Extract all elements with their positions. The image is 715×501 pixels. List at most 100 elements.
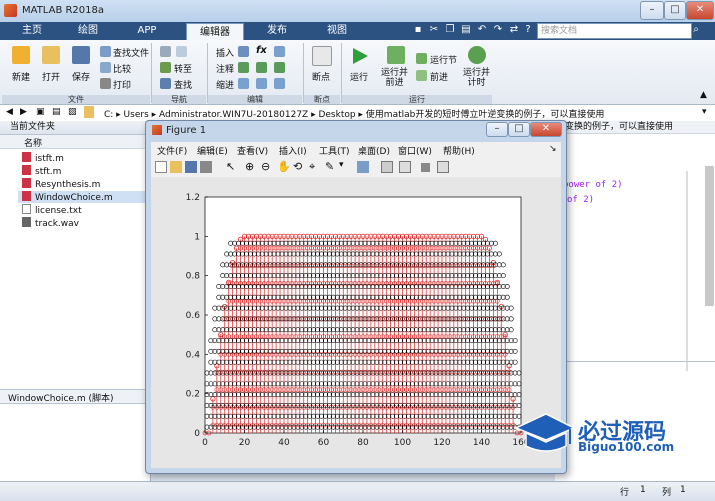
new-figure-icon[interactable] <box>155 161 167 173</box>
save-button[interactable]: 保存 <box>72 70 90 83</box>
smart-indent-icon[interactable] <box>238 78 249 89</box>
run-advance-icon[interactable] <box>387 46 405 64</box>
uncomment-icon[interactable] <box>256 62 267 73</box>
compare-button[interactable]: 比较 <box>113 62 131 75</box>
new-file-icon[interactable] <box>12 46 30 64</box>
menu-tools[interactable]: 工具(T) <box>319 144 350 157</box>
insert-section-icon[interactable] <box>274 46 285 57</box>
find-icon <box>160 78 171 89</box>
decrease-indent-icon[interactable] <box>274 78 285 89</box>
increase-indent-icon[interactable] <box>256 78 267 89</box>
menubar-dock-icon[interactable]: ↘ <box>549 144 557 154</box>
up-folder-icon[interactable]: ▤ <box>52 107 61 117</box>
run-icon[interactable] <box>350 46 370 66</box>
goto-button[interactable]: 转至 <box>174 62 192 75</box>
close-button[interactable]: ✕ <box>686 1 714 20</box>
data-cursor-icon[interactable]: ⌖ <box>309 160 315 174</box>
address-dropdown-icon[interactable]: ▾ <box>702 107 707 117</box>
open-button[interactable]: 打开 <box>42 70 60 83</box>
hide-plot-tools-icon[interactable] <box>421 163 430 172</box>
redo-icon[interactable]: ↷ <box>492 24 504 36</box>
zoom-in-icon[interactable]: ⊕ <box>245 160 254 173</box>
back-icon[interactable]: ◀ <box>6 107 13 117</box>
comment-button[interactable]: 注释 <box>216 62 234 75</box>
breakpoints-icon[interactable] <box>312 46 332 66</box>
brush-icon[interactable]: ✎ <box>325 160 334 173</box>
save-icon[interactable] <box>72 46 90 64</box>
minimize-button[interactable]: – <box>640 1 664 20</box>
list-item[interactable]: istft.m <box>22 152 64 164</box>
insert-button[interactable]: 插入 <box>216 46 234 59</box>
tab-publish[interactable]: 发布 <box>252 22 302 40</box>
forward-arrow-icon[interactable] <box>176 46 187 57</box>
list-item[interactable]: license.txt <box>22 204 82 216</box>
zoom-out-icon[interactable]: ⊖ <box>261 160 270 173</box>
list-item-selected[interactable]: WindowChoice.m <box>18 191 150 203</box>
forward-icon[interactable]: ▶ <box>20 107 27 117</box>
print-button[interactable]: 打印 <box>113 78 131 91</box>
brush-dropdown-icon[interactable]: ▾ <box>339 160 344 170</box>
link-plot-icon[interactable] <box>357 161 369 173</box>
figure-close-button[interactable]: ✕ <box>530 122 562 137</box>
advance-button[interactable]: 前进 <box>430 70 448 83</box>
run-advance-button[interactable]: 运行并 前进 <box>381 68 408 88</box>
list-item[interactable]: Resynthesis.m <box>22 178 100 190</box>
wrap-comments-icon[interactable] <box>274 62 285 73</box>
insert-legend-icon[interactable] <box>399 161 411 173</box>
browse-folder-icon[interactable]: ▧ <box>68 107 77 117</box>
new-button[interactable]: 新建 <box>12 70 30 83</box>
back-arrow-icon[interactable] <box>160 46 171 57</box>
tab-view[interactable]: 视图 <box>312 22 362 40</box>
print-icon <box>100 78 111 89</box>
pointer-icon[interactable]: ↖ <box>226 160 235 173</box>
pan-icon[interactable]: ✋ <box>277 160 291 173</box>
indent-button[interactable]: 缩进 <box>216 78 234 91</box>
run-section-button[interactable]: 运行节 <box>430 53 457 66</box>
cut-icon[interactable]: ✂ <box>428 24 440 36</box>
breadcrumb[interactable]: C: ▸ Users ▸ Administrator.WIN7U-2018012… <box>104 107 604 120</box>
insert-colorbar-icon[interactable] <box>381 161 393 173</box>
menu-insert[interactable]: 插入(I) <box>279 144 307 157</box>
search-input[interactable]: 搜索文档 <box>537 23 692 39</box>
tab-apps[interactable]: APP <box>122 22 172 40</box>
comment-icon[interactable] <box>238 62 249 73</box>
menu-desktop[interactable]: 桌面(D) <box>358 144 390 157</box>
show-plot-tools-icon[interactable] <box>437 161 449 173</box>
run-and-time-icon[interactable] <box>468 46 486 64</box>
run-and-time-button[interactable]: 运行并 计时 <box>463 68 490 88</box>
find-button[interactable]: 查找 <box>174 78 192 91</box>
find-files-button[interactable]: 查找文件 <box>113 46 149 59</box>
divider <box>686 171 688 371</box>
editor-scrollbar[interactable] <box>705 166 714 306</box>
search-icon[interactable]: ⌕ <box>690 24 702 36</box>
print-figure-icon[interactable] <box>200 161 212 173</box>
rotate-icon[interactable]: ⟲ <box>293 160 302 173</box>
collapse-ribbon-icon[interactable]: ▲ <box>700 90 707 100</box>
list-item[interactable]: stft.m <box>22 165 61 177</box>
list-item[interactable]: track.wav <box>22 217 79 229</box>
column-name-header[interactable]: 名称 <box>24 136 42 149</box>
run-button[interactable]: 运行 <box>350 70 368 83</box>
breakpoints-button[interactable]: 断点 <box>312 70 330 83</box>
maximize-button[interactable]: □ <box>664 1 686 20</box>
copy-icon[interactable]: ❐ <box>444 24 456 36</box>
paste-icon[interactable]: ▤ <box>460 24 472 36</box>
undo-icon[interactable]: ↶ <box>476 24 488 36</box>
menu-help[interactable]: 帮助(H) <box>443 144 475 157</box>
tab-plots[interactable]: 绘图 <box>64 22 112 40</box>
menu-edit[interactable]: 编辑(E) <box>197 144 228 157</box>
save-quick-icon[interactable]: ▪ <box>412 24 424 36</box>
open-file-icon[interactable] <box>170 161 182 173</box>
menu-view[interactable]: 查看(V) <box>237 144 268 157</box>
recent-folders-icon[interactable]: ▣ <box>36 107 45 117</box>
fx-button[interactable]: fx <box>256 45 267 56</box>
figure-maximize-button[interactable]: □ <box>508 122 530 137</box>
tab-home[interactable]: 主页 <box>8 22 56 40</box>
menu-window[interactable]: 窗口(W) <box>398 144 432 157</box>
figure-minimize-button[interactable]: – <box>486 122 508 137</box>
switch-windows-icon[interactable]: ⇄ <box>508 24 520 36</box>
help-icon[interactable]: ? <box>522 24 534 36</box>
menu-file[interactable]: 文件(F) <box>157 144 187 157</box>
save-figure-icon[interactable] <box>185 161 197 173</box>
open-folder-icon[interactable] <box>42 46 60 64</box>
